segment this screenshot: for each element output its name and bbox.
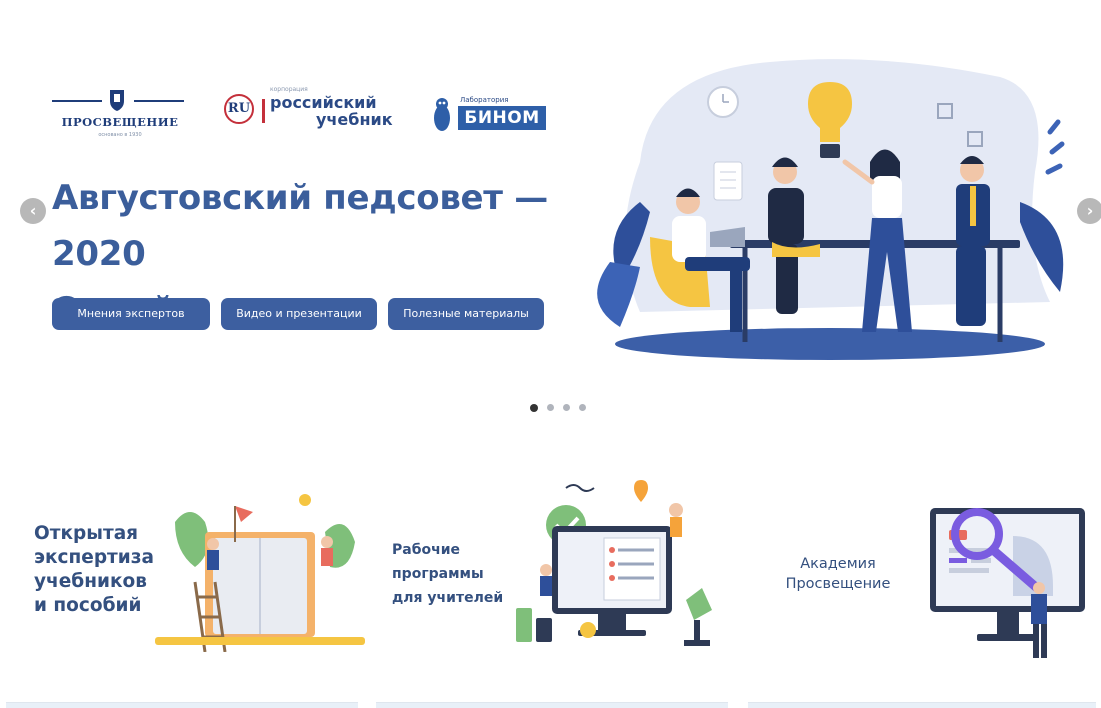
logo-ru-line2: учебник bbox=[316, 110, 393, 129]
logo-rossiysky-uchebnik[interactable]: RU корпорация российский учебник bbox=[224, 86, 396, 142]
logo-ru-line1: российский bbox=[270, 93, 377, 112]
card-footer-strip-2 bbox=[376, 702, 728, 708]
logo-divider-right bbox=[134, 100, 184, 102]
logo-prosveshchenie-tagline: основано в 1930 bbox=[98, 132, 142, 138]
shield-icon bbox=[110, 90, 124, 111]
logo-binom-caption: Лаборатория bbox=[460, 96, 509, 104]
partner-logos: ПРОСВЕЩЕНИЕ основано в 1930 RU корпораци… bbox=[52, 82, 552, 146]
card-academy-title: Академия Просвещение bbox=[785, 556, 891, 592]
card-open-expertise-title: Открытая экспертиза учебников и пособий bbox=[34, 523, 154, 616]
banner-slider: ПРОСВЕЩЕНИЕ основано в 1930 RU корпораци… bbox=[0, 0, 1101, 440]
card-footer-strip-1 bbox=[6, 702, 358, 708]
team-meeting-illustration bbox=[597, 59, 1065, 360]
owl-icon bbox=[434, 98, 450, 131]
card-academy[interactable]: Академия Просвещение bbox=[760, 470, 1090, 690]
computer-checklist-illustration bbox=[516, 480, 712, 646]
slide-dot-1[interactable] bbox=[530, 403, 538, 412]
card-footer-strip-3 bbox=[748, 702, 1096, 708]
logo-bar bbox=[262, 99, 265, 123]
logo-ru-caption: корпорация bbox=[270, 86, 308, 93]
card-open-expertise[interactable]: Открытая экспертиза учебников и пособий bbox=[30, 470, 370, 690]
logo-divider-left bbox=[52, 100, 102, 102]
slider-prev-button[interactable]: ‹ bbox=[20, 198, 46, 224]
books-illustration bbox=[155, 494, 365, 652]
monitor-search-illustration bbox=[930, 508, 1085, 658]
logo-prosveshchenie[interactable]: ПРОСВЕЩЕНИЕ основано в 1930 bbox=[52, 88, 188, 140]
slide-dot-2[interactable] bbox=[547, 404, 554, 411]
useful-materials-button[interactable]: Полезные материалы bbox=[388, 298, 544, 330]
video-presentations-button[interactable]: Видео и презентации bbox=[221, 298, 377, 330]
headline-line-1: Августовский педсовет — 2020 bbox=[52, 178, 548, 274]
logo-prosveshchenie-text: ПРОСВЕЩЕНИЕ bbox=[61, 115, 179, 129]
logo-binom[interactable]: Лаборатория БИНОМ bbox=[430, 92, 550, 138]
ru-badge-icon: RU bbox=[224, 94, 254, 124]
slider-next-button[interactable]: › bbox=[1077, 198, 1101, 224]
card-work-programs-title: Рабочие программы для учителей bbox=[392, 542, 504, 606]
card-work-programs[interactable]: Рабочие программы для учителей bbox=[388, 470, 728, 690]
experts-opinions-button[interactable]: Мнения экспертов bbox=[52, 298, 210, 330]
slide-dot-4[interactable] bbox=[579, 404, 586, 411]
logo-binom-text: БИНОМ bbox=[458, 106, 546, 130]
slide-dot-3[interactable] bbox=[563, 404, 570, 411]
